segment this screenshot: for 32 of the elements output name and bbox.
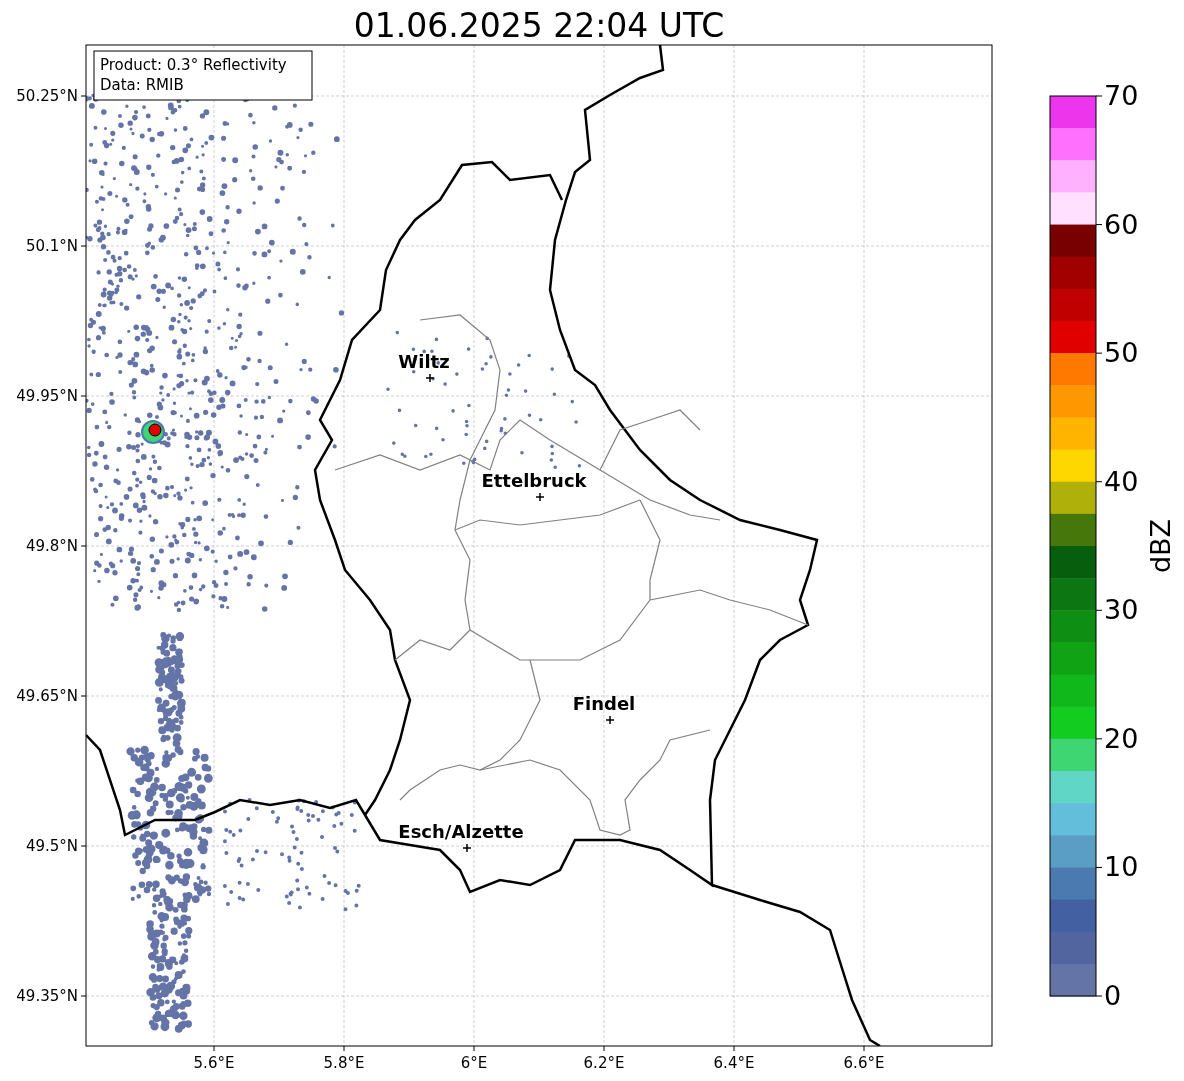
axis-tick-label: 49.35°N xyxy=(16,987,78,1005)
axis-tick-label: 49.65°N xyxy=(16,687,78,705)
colorbar-tick-label: 60 xyxy=(1104,208,1139,240)
axis-tick-label: 6.4°E xyxy=(713,1054,755,1072)
axis-tick-label: 50.1°N xyxy=(25,237,78,255)
city-marker-icon xyxy=(425,373,435,383)
city-label: Findel xyxy=(572,693,636,714)
city-marker-icon xyxy=(605,715,615,725)
colorbar-tick-label: 30 xyxy=(1104,594,1139,626)
axis-tick-label: 49.95°N xyxy=(16,387,78,405)
colorbar-tick-label: 20 xyxy=(1104,722,1139,754)
city-marker-icon xyxy=(462,843,472,853)
axis-tick-label: 49.5°N xyxy=(25,837,78,855)
city-marker-icon xyxy=(535,492,545,502)
colorbar-label: dBZ xyxy=(1145,518,1176,574)
axis-tick-label: 5.8°E xyxy=(323,1054,365,1072)
city-label: Esch/Alzette xyxy=(398,821,524,842)
colorbar-tick-label: 0 xyxy=(1104,980,1122,1011)
axis-tick-label: 5.6°E xyxy=(193,1054,235,1072)
axis-tick-label: 49.8°N xyxy=(25,537,78,555)
axis-tick-label: 50.25°N xyxy=(16,87,78,105)
colorbar-tick-label: 10 xyxy=(1104,851,1139,883)
axis-tick-label: 6.6°E xyxy=(843,1054,885,1072)
axis-tick-label: 6°E xyxy=(460,1054,488,1072)
colorbar-tick-label: 50 xyxy=(1104,337,1139,369)
colorbar-tick-label: 70 xyxy=(1104,80,1139,111)
annotation-text: Product: 0.3° Reflectivity Data: RMIB xyxy=(93,50,313,101)
figure-title: 01.06.2025 22:04 UTC xyxy=(353,6,725,45)
city-label: Ettelbruck xyxy=(481,470,587,491)
colorbar-tick-label: 40 xyxy=(1104,465,1139,497)
city-label: Wiltz xyxy=(398,351,450,372)
axis-tick-label: 6.2°E xyxy=(583,1054,625,1072)
